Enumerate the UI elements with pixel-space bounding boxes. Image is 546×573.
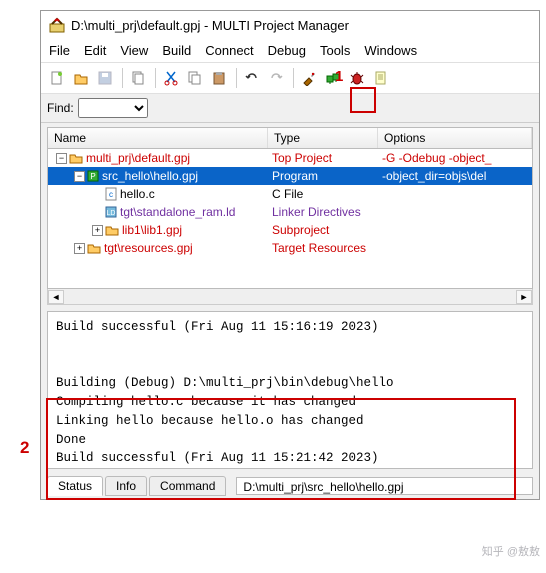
paste-button[interactable]	[209, 67, 231, 89]
status-path: D:\multi_prj\src_hello\hello.gpj	[236, 477, 533, 495]
titlebar: D:\multi_prj\default.gpj - MULTI Project…	[41, 11, 539, 39]
toolbar-separator	[122, 68, 123, 88]
tree-options: -G -Odebug -object_	[378, 151, 532, 165]
find-row: Find:	[41, 94, 539, 123]
undo-icon	[244, 70, 260, 86]
bug-button[interactable]	[347, 67, 369, 89]
edit-doc-button[interactable]	[371, 67, 393, 89]
menu-connect[interactable]: Connect	[205, 43, 253, 58]
menu-debug[interactable]: Debug	[268, 43, 306, 58]
tree-options: -object_dir=objs\del	[378, 169, 532, 183]
tree-label: tgt\standalone_ram.ld	[120, 205, 235, 219]
tree-type: Linker Directives	[268, 205, 378, 219]
cut-button[interactable]	[161, 67, 183, 89]
tree-row[interactable]: LD tgt\standalone_ram.ld Linker Directives	[48, 203, 532, 221]
folder-icon	[87, 242, 101, 254]
prog-icon: P	[87, 170, 99, 182]
scroll-left-icon[interactable]: ◄	[48, 290, 64, 304]
cut-icon	[163, 70, 179, 86]
menu-file[interactable]: File	[49, 43, 70, 58]
tree-type: Subproject	[268, 223, 378, 237]
menu-windows[interactable]: Windows	[364, 43, 417, 58]
debug-button[interactable]	[323, 67, 345, 89]
list-header: Name Type Options	[47, 127, 533, 149]
new-file-button[interactable]	[47, 67, 69, 89]
tree-row[interactable]: c hello.c C File	[48, 185, 532, 203]
tree-row[interactable]: + tgt\resources.gpj Target Resources	[48, 239, 532, 257]
tree-row[interactable]: + lib1\lib1.gpj Subproject	[48, 221, 532, 239]
svg-text:LD: LD	[107, 210, 116, 217]
svg-text:P: P	[90, 172, 95, 181]
copy-doc-icon	[130, 70, 146, 86]
menu-view[interactable]: View	[120, 43, 148, 58]
folder-icon	[69, 152, 83, 164]
ldfile-icon: LD	[105, 206, 117, 218]
edit-doc-icon	[373, 70, 389, 86]
menu-build[interactable]: Build	[162, 43, 191, 58]
toolbar-separator	[293, 68, 294, 88]
h-scrollbar[interactable]: ◄ ►	[47, 289, 533, 305]
cfile-icon: c	[105, 187, 117, 201]
build-icon	[301, 70, 317, 86]
copy-icon	[187, 70, 203, 86]
tree-label: lib1\lib1.gpj	[122, 223, 182, 237]
collapse-icon[interactable]: −	[56, 153, 67, 164]
paste-icon	[211, 70, 227, 86]
annotation-2: 2	[20, 438, 29, 458]
toolbar	[41, 62, 539, 94]
copy-doc-button[interactable]	[128, 67, 150, 89]
open-icon	[73, 70, 89, 86]
build-output[interactable]: Build successful (Fri Aug 11 15:16:19 20…	[47, 311, 533, 469]
tree-row[interactable]: − multi_prj\default.gpj Top Project-G -Ode…	[48, 149, 532, 167]
find-input[interactable]	[78, 98, 148, 118]
col-header-type[interactable]: Type	[268, 128, 378, 148]
undo-button[interactable]	[242, 67, 264, 89]
app-icon	[49, 17, 65, 33]
save-button	[95, 67, 117, 89]
collapse-icon[interactable]: −	[74, 171, 85, 182]
app-window: D:\multi_prj\default.gpj - MULTI Project…	[40, 10, 540, 500]
tree-type: Target Resources	[268, 241, 378, 255]
watermark: 知乎 @敖敖	[482, 543, 540, 559]
find-label: Find:	[47, 101, 74, 115]
tree-label: multi_prj\default.gpj	[86, 151, 190, 165]
redo-button	[266, 67, 288, 89]
menu-tools[interactable]: Tools	[320, 43, 350, 58]
scroll-right-icon[interactable]: ►	[516, 290, 532, 304]
tab-status[interactable]: Status	[47, 476, 103, 496]
tab-info[interactable]: Info	[105, 476, 147, 496]
menu-edit[interactable]: Edit	[84, 43, 106, 58]
expand-icon[interactable]: +	[74, 243, 85, 254]
expand-icon[interactable]: +	[92, 225, 103, 236]
bug-icon	[349, 70, 365, 86]
copy-button[interactable]	[185, 67, 207, 89]
toolbar-separator	[236, 68, 237, 88]
open-button[interactable]	[71, 67, 93, 89]
output-tabs: Status Info Command D:\multi_prj\src_hel…	[47, 475, 533, 495]
tree-row[interactable]: −Psrc_hello\hello.gpj Program-object_dir=…	[48, 167, 532, 185]
tree-label: hello.c	[120, 187, 155, 201]
redo-icon	[268, 70, 284, 86]
tree-type: Program	[268, 169, 378, 183]
build-button[interactable]	[299, 67, 321, 89]
menubar: File Edit View Build Connect Debug Tools…	[41, 39, 539, 62]
debug-icon	[325, 70, 341, 86]
save-icon	[97, 70, 113, 86]
tree-type: Top Project	[268, 151, 378, 165]
col-header-name[interactable]: Name	[48, 128, 268, 148]
project-tree[interactable]: −multi_prj\default.gpjTop Project-G -Ode…	[47, 149, 533, 289]
tab-command[interactable]: Command	[149, 476, 226, 496]
col-header-options[interactable]: Options	[378, 128, 532, 148]
toolbar-separator	[155, 68, 156, 88]
tree-type: C File	[268, 187, 378, 201]
tree-label: tgt\resources.gpj	[104, 241, 193, 255]
new-file-icon	[49, 70, 65, 86]
folder-icon	[105, 224, 119, 236]
tree-label: src_hello\hello.gpj	[102, 169, 198, 183]
svg-text:c: c	[109, 190, 113, 199]
window-title: D:\multi_prj\default.gpj - MULTI Project…	[71, 18, 349, 33]
